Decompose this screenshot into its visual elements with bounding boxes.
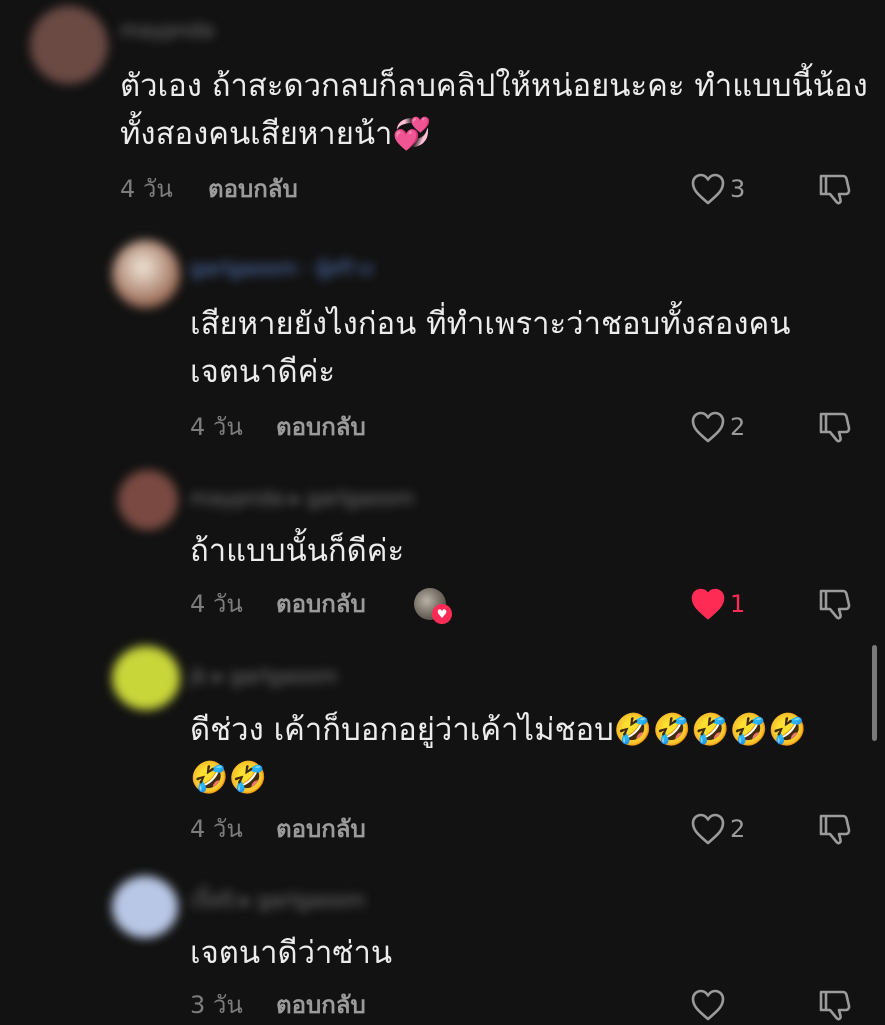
like-button[interactable]: 3 bbox=[690, 169, 745, 209]
dislike-button[interactable] bbox=[818, 985, 852, 1025]
like-button[interactable] bbox=[690, 985, 726, 1025]
like-count: 3 bbox=[730, 175, 746, 203]
thumbs-down-icon bbox=[819, 412, 851, 443]
like-count: 2 bbox=[730, 815, 746, 843]
comment-text: ถ้าแบบนั้นก็ดีค่ะ bbox=[190, 533, 405, 569]
like-button[interactable]: 2 bbox=[690, 407, 745, 447]
dislike-button[interactable] bbox=[818, 809, 852, 849]
comment-username[interactable]: garlgaoom · ผู้สร้าง bbox=[190, 258, 372, 278]
comment-time: 4 วัน bbox=[120, 175, 173, 203]
heart-filled-icon: ♥ bbox=[432, 604, 452, 624]
comment-meta: 4 วัน ตอบกลับ 2 bbox=[0, 809, 885, 849]
comment-username[interactable]: maypnda ▸ garlgaoom bbox=[190, 488, 414, 508]
heart-filled-icon bbox=[691, 588, 725, 620]
like-count: 1 bbox=[730, 590, 746, 618]
comment-text: ดีช่วง เค้าก็บอกอยู่ว่าเค้าไม่ชอบ🤣🤣🤣🤣🤣 🤣… bbox=[190, 712, 807, 796]
dislike-button[interactable] bbox=[818, 584, 852, 624]
thumbs-down-icon bbox=[819, 814, 851, 845]
comment-meta: 4 วัน ตอบกลับ ♥ 1 bbox=[0, 584, 885, 624]
comment-time: 4 วัน bbox=[190, 590, 243, 618]
creator-liked-avatar: ♥ bbox=[414, 588, 452, 624]
reply-button[interactable]: ตอบกลับ bbox=[276, 985, 366, 1025]
comment-text: ตัวเอง ถ้าสะดวกลบก็ลบคลิปให้หน่อยนะคะ ทำ… bbox=[120, 68, 868, 152]
like-count: 2 bbox=[730, 413, 746, 441]
comment-time: 3 วัน bbox=[190, 991, 243, 1019]
thumbs-down-icon bbox=[819, 174, 851, 205]
avatar[interactable] bbox=[112, 876, 178, 938]
avatar[interactable] bbox=[30, 6, 108, 84]
comment-username[interactable]: maypnda bbox=[120, 20, 214, 40]
comment-meta: 4 วัน ตอบกลับ 2 bbox=[0, 407, 885, 447]
avatar[interactable] bbox=[112, 240, 180, 308]
avatar[interactable] bbox=[118, 470, 178, 530]
reply-button[interactable]: ตอบกลับ bbox=[276, 809, 366, 849]
like-button[interactable]: 2 bbox=[690, 809, 745, 849]
scrollbar[interactable] bbox=[872, 645, 877, 741]
reply-button[interactable]: ตอบกลับ bbox=[276, 407, 366, 447]
heart-outline-icon bbox=[691, 173, 725, 205]
thumbs-down-icon bbox=[819, 589, 851, 620]
comment-text: เสียหายยังไงก่อน ที่ทำเพราะว่าชอบทั้งสอง… bbox=[190, 306, 791, 390]
comment-time: 4 วัน bbox=[190, 815, 243, 843]
heart-outline-icon bbox=[691, 411, 725, 443]
comment-username[interactable]: jk ▸ garlgaoom bbox=[190, 666, 338, 686]
avatar[interactable] bbox=[112, 646, 180, 710]
dislike-button[interactable] bbox=[818, 407, 852, 447]
comment-username[interactable]: เปิ้ลปิ ▸ garlgaoom bbox=[190, 890, 365, 910]
reply-button[interactable]: ตอบกลับ bbox=[276, 584, 366, 624]
heart-outline-icon bbox=[691, 813, 725, 845]
dislike-button[interactable] bbox=[818, 169, 852, 209]
comment-text: เจตนาดีว่าซ่าน bbox=[190, 935, 393, 971]
comment-time: 4 วัน bbox=[190, 413, 243, 441]
comment-meta: 3 วัน ตอบกลับ bbox=[0, 985, 885, 1025]
heart-outline-icon bbox=[691, 989, 725, 1021]
comment-meta: 4 วัน ตอบกลับ 3 bbox=[0, 169, 885, 209]
reply-button[interactable]: ตอบกลับ bbox=[208, 169, 298, 209]
thumbs-down-icon bbox=[819, 990, 851, 1021]
like-button[interactable]: 1 bbox=[690, 584, 745, 624]
